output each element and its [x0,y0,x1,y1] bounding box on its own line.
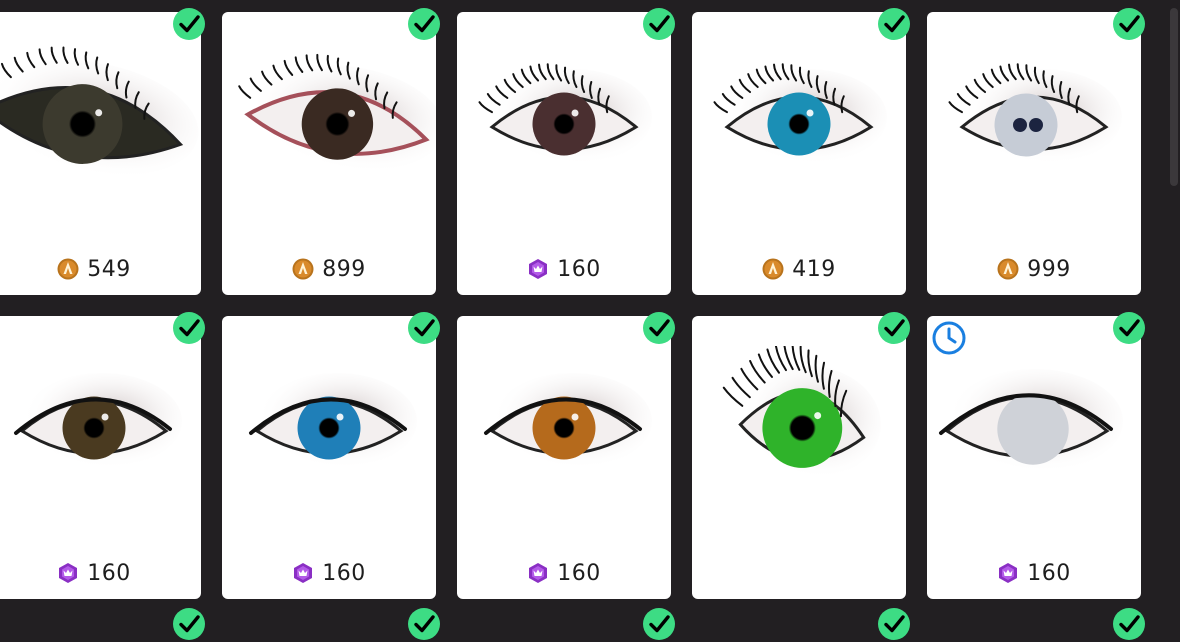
shop-item-card[interactable]: 160 [457,8,675,295]
shop-item-card[interactable]: 999 [927,8,1145,295]
item-price: 999 [927,256,1141,282]
price-amount: 160 [557,560,601,586]
scrollbar[interactable] [1166,0,1180,617]
item-price: 160 [457,560,671,586]
shop-item-card[interactable]: 160 [222,312,440,599]
item-price: 419 [692,256,906,282]
premium-gem-icon [294,563,313,583]
gold-coin-icon [57,258,79,280]
price-amount: 160 [322,560,366,586]
owned-check-icon [643,8,675,40]
owned-check-icon [643,312,675,344]
eye-preview-image [0,46,199,177]
shop-item-card[interactable]: 549 [0,8,205,295]
owned-check-icon [878,312,910,344]
shop-item-card[interactable] [692,312,910,599]
item-price: 549 [0,256,201,282]
eye-preview-image [14,373,182,469]
eye-items-grid: 549 899 160 419 999 160 160 160 160 [0,0,1165,640]
owned-check-icon [1113,312,1145,344]
item-price: 160 [457,256,671,282]
price-amount: 160 [1027,560,1071,586]
eye-preview-image [238,53,436,172]
item-price: 160 [0,560,201,586]
price-amount: 160 [87,560,131,586]
item-price: 899 [222,256,436,282]
premium-gem-icon [529,259,548,279]
premium-gem-icon [999,563,1018,583]
eye-preview-image [939,369,1123,473]
owned-check-icon [1113,8,1145,40]
eye-preview-image [713,63,887,165]
gold-coin-icon [292,258,314,280]
eye-preview-image [722,346,881,479]
next-row-check-icon [643,608,675,640]
owned-check-icon [173,312,205,344]
shop-item-card[interactable]: 160 [927,312,1145,599]
item-price: 160 [927,560,1141,586]
owned-check-icon [173,8,205,40]
next-row-check-icon [1113,608,1145,640]
price-amount: 999 [1027,256,1071,282]
item-price: 160 [222,560,436,586]
next-row-check-icon [173,608,205,640]
shop-item-card[interactable]: 160 [0,312,205,599]
eye-preview-image [249,373,417,469]
eye-preview-image [478,63,652,165]
eye-preview-image [484,373,652,469]
scrollbar-thumb[interactable] [1170,8,1178,186]
limited-time-clock-icon [932,321,966,355]
shop-item-card[interactable]: 899 [222,8,440,295]
next-row-check-icon [878,608,910,640]
gold-coin-icon [762,258,784,280]
premium-gem-icon [59,563,78,583]
shop-item-card[interactable]: 419 [692,8,910,295]
premium-gem-icon [529,563,548,583]
gold-coin-icon [997,258,1019,280]
price-amount: 549 [87,256,131,282]
owned-check-icon [408,8,440,40]
next-row-check-icon [408,608,440,640]
price-amount: 419 [792,256,836,282]
price-amount: 160 [557,256,601,282]
price-amount: 899 [322,256,366,282]
shop-item-card[interactable]: 160 [457,312,675,599]
owned-check-icon [408,312,440,344]
eye-preview-image [948,63,1122,165]
owned-check-icon [878,8,910,40]
